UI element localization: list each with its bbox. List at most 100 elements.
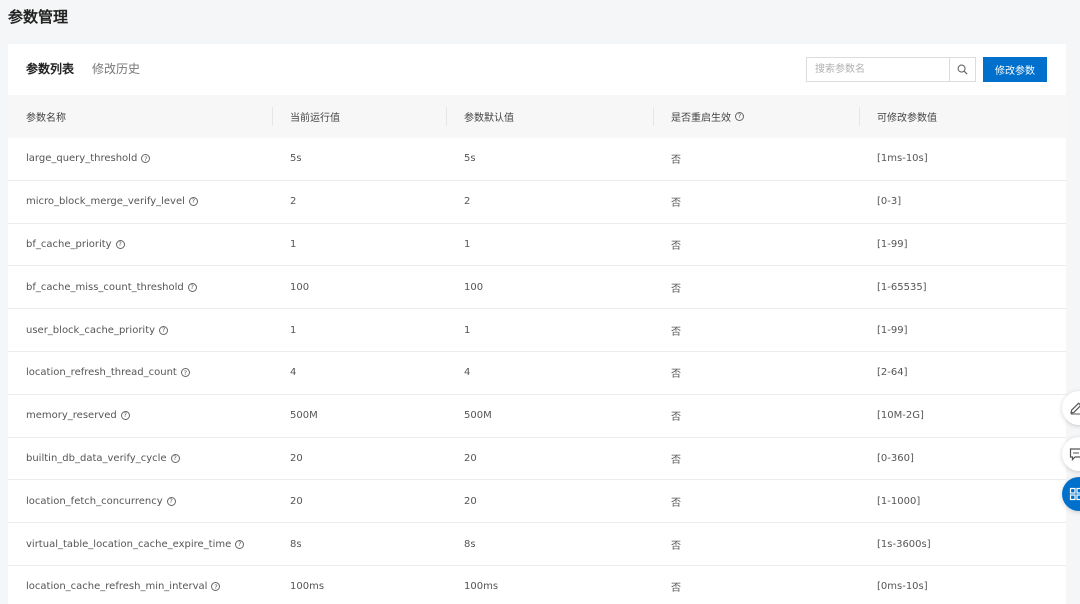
default-value: 5s xyxy=(464,153,476,165)
param-name-cell: user_block_cache_priority? xyxy=(8,309,272,351)
param-name: location_refresh_thread_count xyxy=(26,367,177,379)
restart-required: 否 xyxy=(671,155,681,167)
param-name: virtual_table_location_cache_expire_time xyxy=(26,538,232,550)
table-row: virtual_table_location_cache_expire_time… xyxy=(8,523,1066,566)
allowed-range: [2-64] xyxy=(877,367,908,379)
table-row: builtin_db_data_verify_cycle? 20 20 否 [0-360… xyxy=(8,438,1066,481)
restart-required: 否 xyxy=(671,454,681,466)
param-name-cell: memory_reserved? xyxy=(8,395,272,437)
restart-required: 否 xyxy=(671,326,681,338)
table-row: location_refresh_thread_count? 4 4 否 [2-64] xyxy=(8,352,1066,395)
restart-required: 否 xyxy=(671,198,681,210)
allowed-range: [0ms-10s] xyxy=(877,581,928,593)
param-name: memory_reserved xyxy=(26,410,117,422)
help-icon[interactable]: ? xyxy=(235,539,245,549)
current-value: 20 xyxy=(290,452,303,464)
param-name-cell: bf_cache_miss_count_threshold? xyxy=(8,266,272,308)
table-row: location_fetch_concurrency? 20 20 否 [1-1000] xyxy=(8,480,1066,524)
param-name: bf_cache_priority xyxy=(26,238,112,250)
current-value: 8s xyxy=(290,538,302,550)
default-value: 20 xyxy=(464,452,477,464)
current-value: 100ms xyxy=(290,581,325,593)
help-icon[interactable]: ? xyxy=(141,154,151,164)
default-value: 100ms xyxy=(464,581,499,593)
allowed-range: [1-99] xyxy=(877,238,908,250)
param-name-cell: builtin_db_data_verify_cycle? xyxy=(8,438,272,480)
tab-modify-history[interactable]: 修改历史 xyxy=(92,61,140,77)
search-input[interactable] xyxy=(807,58,949,81)
help-icon[interactable]: ? xyxy=(187,282,197,292)
restart-required: 否 xyxy=(671,412,681,424)
help-icon[interactable]: ? xyxy=(170,453,180,463)
param-name: location_fetch_concurrency xyxy=(26,495,163,507)
allowed-range: [0-3] xyxy=(877,196,902,208)
restart-required: 否 xyxy=(671,540,681,552)
col-header-current[interactable]: 当前运行值 xyxy=(272,95,446,138)
table-body: large_query_threshold? 5s 5s 否 [1ms-10s] micr… xyxy=(8,138,1066,604)
current-value: 1 xyxy=(290,238,297,250)
table-header: 参数名称 当前运行值 参数默认值 是否重启生效? 可修改参数值 xyxy=(8,95,1066,138)
allowed-range: [0-360] xyxy=(877,452,914,464)
tab-param-list[interactable]: 参数列表 xyxy=(26,61,74,77)
param-name: builtin_db_data_verify_cycle xyxy=(26,452,167,464)
param-name-cell: location_refresh_thread_count? xyxy=(8,352,272,394)
table-row: memory_reserved? 500M 500M 否 [10M-2G] xyxy=(8,395,1066,438)
restart-required: 否 xyxy=(671,497,681,509)
default-value: 1 xyxy=(464,324,471,336)
current-value: 4 xyxy=(290,367,297,379)
allowed-range: [1-99] xyxy=(877,324,908,336)
col-header-restart[interactable]: 是否重启生效? xyxy=(653,95,859,138)
param-name: bf_cache_miss_count_threshold xyxy=(26,281,184,293)
table-row: location_cache_refresh_min_interval? 100m… xyxy=(8,566,1066,604)
search-box xyxy=(806,57,976,82)
current-value: 500M xyxy=(290,410,318,422)
default-value: 8s xyxy=(464,538,476,550)
col-header-default[interactable]: 参数默认值 xyxy=(446,95,653,138)
col-header-range[interactable]: 可修改参数值 xyxy=(859,95,1066,138)
params-card: 参数列表 修改历史 修改参数 参数名称 当前运行值 参数默认值 是否重启生效? … xyxy=(8,44,1066,604)
help-icon[interactable]: ? xyxy=(188,197,198,207)
default-value: 4 xyxy=(464,367,471,379)
help-icon[interactable]: ? xyxy=(120,411,130,421)
allowed-range: [10M-2G] xyxy=(877,410,924,422)
allowed-range: [1-65535] xyxy=(877,281,927,293)
default-value: 500M xyxy=(464,410,492,422)
current-value: 20 xyxy=(290,495,303,507)
help-icon[interactable]: ? xyxy=(159,325,169,335)
default-value: 2 xyxy=(464,196,471,208)
current-value: 2 xyxy=(290,196,297,208)
edit-icon xyxy=(1070,402,1080,415)
help-icon[interactable]: ? xyxy=(115,239,125,249)
allowed-range: [1ms-10s] xyxy=(877,153,928,165)
param-name: user_block_cache_priority xyxy=(26,324,156,336)
current-value: 5s xyxy=(290,153,302,165)
table-row: bf_cache_priority? 1 1 否 [1-99] xyxy=(8,224,1066,267)
apps-grid-icon xyxy=(1069,487,1080,501)
help-icon[interactable]: ? xyxy=(735,112,744,121)
modify-params-button[interactable]: 修改参数 xyxy=(983,57,1047,82)
param-name: large_query_threshold xyxy=(26,153,138,165)
table-row: large_query_threshold? 5s 5s 否 [1ms-10s] xyxy=(8,138,1066,181)
search-icon xyxy=(957,64,968,75)
search-button[interactable] xyxy=(949,58,975,81)
param-name-cell: micro_block_merge_verify_level? xyxy=(8,181,272,223)
table-row: micro_block_merge_verify_level? 2 2 否 [0-3] xyxy=(8,181,1066,224)
param-name: micro_block_merge_verify_level xyxy=(26,196,185,208)
param-name-cell: location_fetch_concurrency? xyxy=(8,480,272,522)
allowed-range: [1-1000] xyxy=(877,495,921,507)
restart-required: 否 xyxy=(671,369,681,381)
param-name-cell: location_cache_refresh_min_interval? xyxy=(8,566,272,604)
feedback-icon xyxy=(1069,448,1080,461)
help-icon[interactable]: ? xyxy=(211,582,221,592)
table-row: user_block_cache_priority? 1 1 否 [1-99] xyxy=(8,309,1066,352)
default-value: 100 xyxy=(464,281,484,293)
help-icon[interactable]: ? xyxy=(166,496,176,506)
col-header-name[interactable]: 参数名称 xyxy=(8,95,272,138)
param-name-cell: large_query_threshold? xyxy=(8,138,272,180)
allowed-range: [1s-3600s] xyxy=(877,538,931,550)
default-value: 20 xyxy=(464,495,477,507)
param-name-cell: virtual_table_location_cache_expire_time… xyxy=(8,523,272,565)
restart-required: 否 xyxy=(671,583,681,595)
current-value: 100 xyxy=(290,281,310,293)
help-icon[interactable]: ? xyxy=(180,368,190,378)
